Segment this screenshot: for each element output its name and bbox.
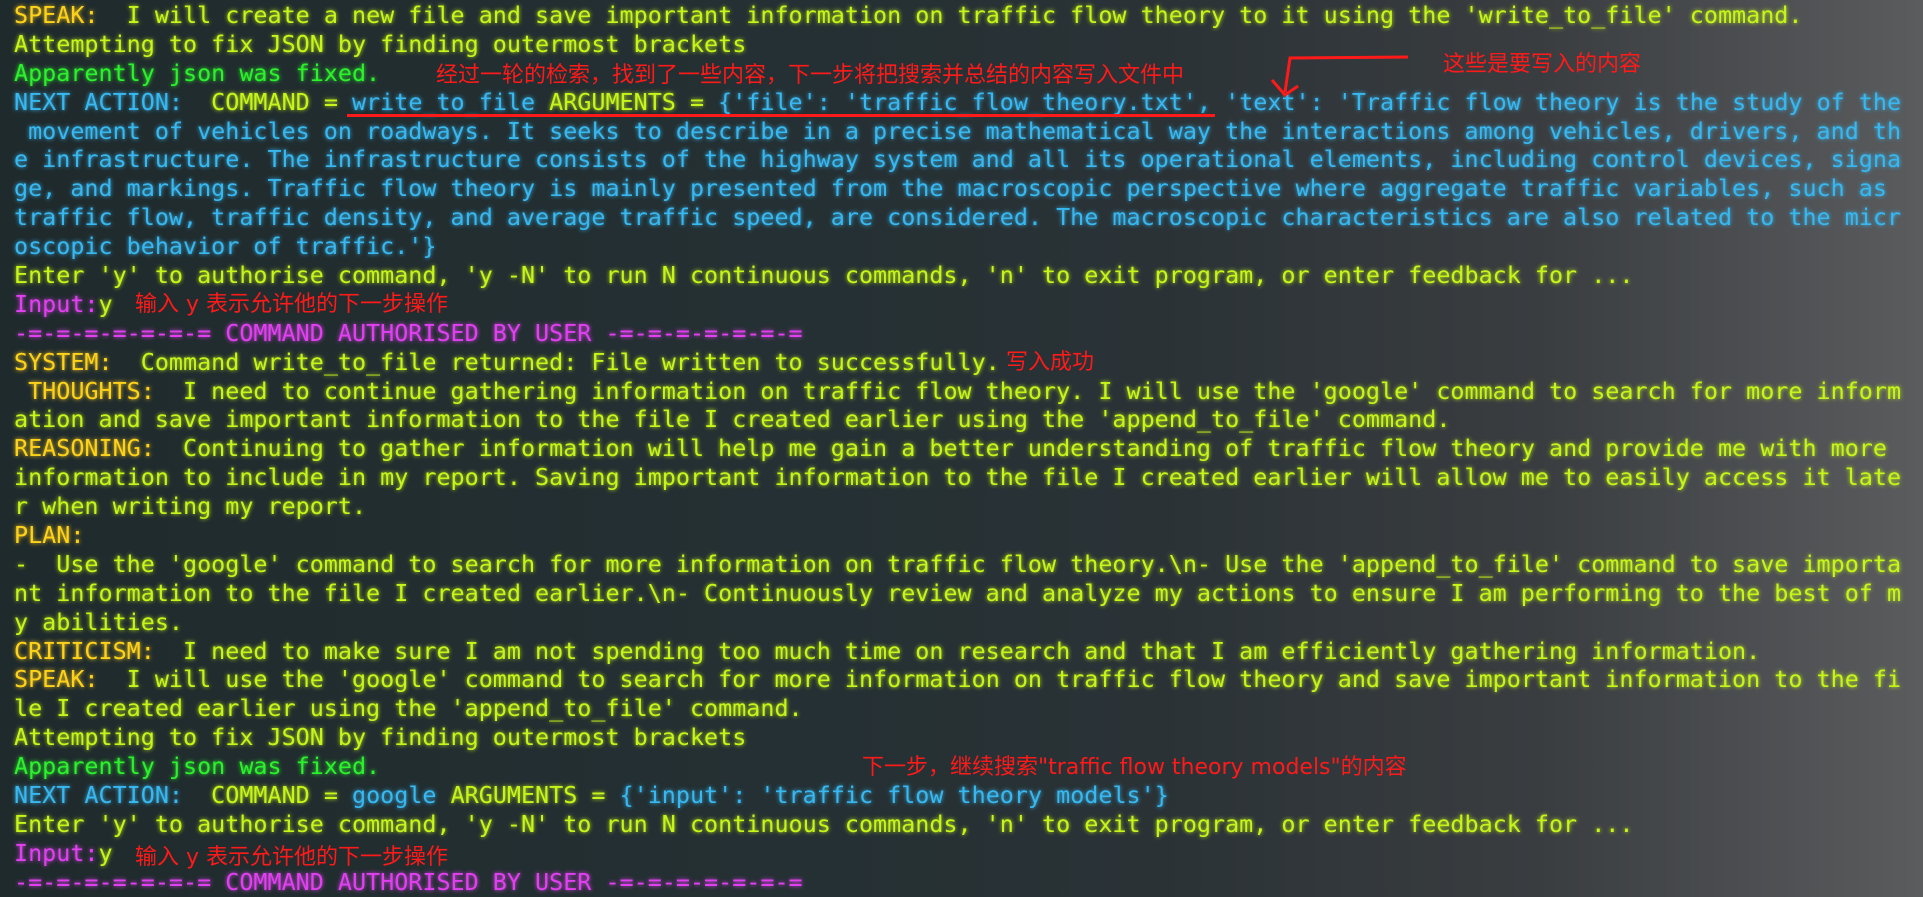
annotation-search-summary: 经过一轮的检索，找到了一些内容，下一步将把搜索并总结的内容写入文件中 [436, 63, 1185, 88]
annotation-write-success: 写入成功 [1006, 350, 1095, 375]
annotation-content-to-write: 这些是要写入的内容 [1443, 52, 1642, 77]
annotation-input-y: 输入 y 表示允许他的下一步操作 [135, 292, 449, 317]
annotation-input-y: 输入 y 表示允许他的下一步操作 [135, 845, 449, 870]
annotation-next-search: 下一步，继续搜索"traffic flow theory models"的内容 [862, 755, 1407, 780]
